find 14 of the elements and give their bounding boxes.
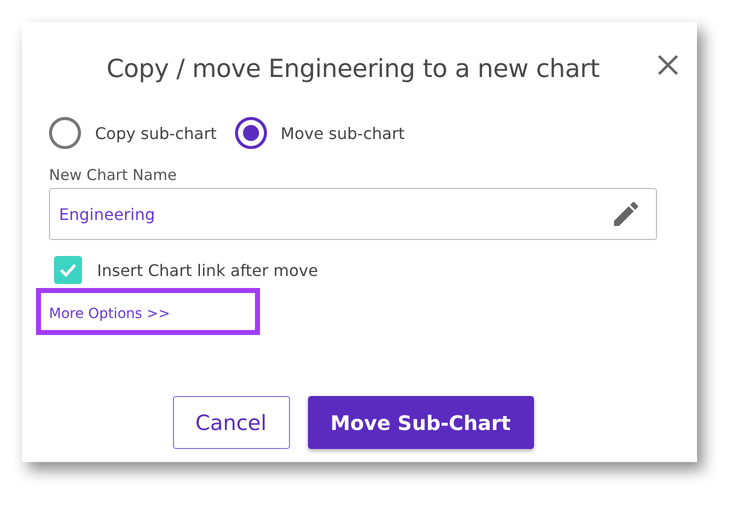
checkbox-label: Insert Chart link after move [97, 260, 318, 280]
radio-button[interactable] [49, 117, 81, 149]
close-icon[interactable] [657, 54, 679, 76]
cancel-button[interactable]: Cancel [172, 396, 290, 449]
name-input-field[interactable]: Engineering [49, 188, 657, 240]
checkbox[interactable] [54, 256, 82, 284]
more-options-link[interactable]: More Options >> [49, 306, 170, 322]
radio-button[interactable] [234, 117, 267, 149]
field-label: New Chart Name [49, 166, 178, 184]
radio-label: Move sub-chart [280, 124, 405, 142]
radio-label: Copy sub-chart [95, 124, 217, 142]
dialog-title: Copy / move Engineering to a new chart [106, 53, 600, 83]
field-value: Engineering [59, 204, 155, 224]
move-button[interactable]: Move Sub-Chart [308, 396, 534, 449]
